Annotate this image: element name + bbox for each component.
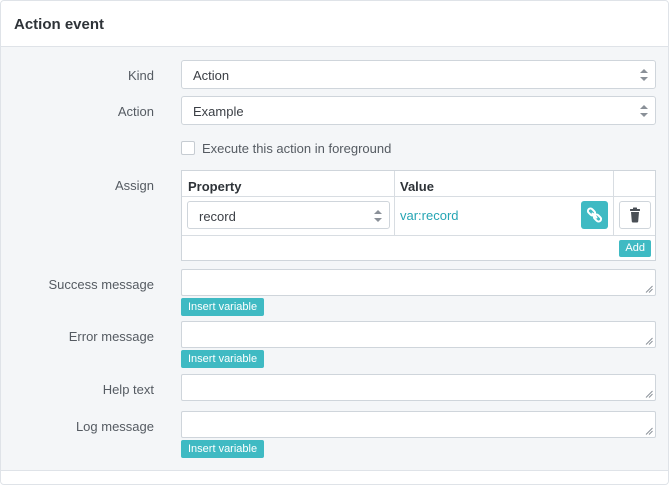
column-header-property: Property — [188, 179, 242, 194]
table-divider — [613, 171, 614, 235]
log-message-field[interactable] — [181, 411, 656, 438]
table-divider — [182, 196, 655, 197]
column-header-value: Value — [400, 179, 434, 194]
resize-grip-icon[interactable] — [645, 427, 653, 435]
resize-grip-icon[interactable] — [645, 285, 653, 293]
value-link[interactable]: var:record — [400, 208, 459, 223]
action-select[interactable]: Example — [181, 96, 656, 125]
sort-caret-icon — [640, 105, 648, 117]
log-insert-variable-button[interactable]: Insert variable — [181, 440, 265, 458]
help-text-label: Help text — [102, 382, 154, 397]
delete-row-button[interactable] — [619, 201, 651, 229]
panel-title: Action event — [14, 16, 105, 33]
property-select-value: record — [199, 209, 236, 224]
error-insert-variable-button[interactable]: Insert variable — [181, 350, 265, 368]
trash-icon — [630, 207, 640, 223]
error-message-label: Error message — [68, 329, 154, 344]
panel-header: Action event — [1, 1, 668, 47]
help-text-field[interactable] — [181, 374, 656, 401]
sort-caret-icon — [640, 69, 648, 81]
table-divider — [394, 171, 395, 235]
foreground-checkbox[interactable] — [181, 141, 195, 155]
link-button[interactable] — [581, 201, 608, 229]
error-message-field[interactable] — [181, 321, 656, 348]
kind-select-value: Action — [193, 68, 230, 83]
kind-label: Kind — [127, 68, 154, 83]
table-divider — [182, 235, 655, 236]
success-message-label: Success message — [48, 277, 155, 292]
success-message-field[interactable] — [181, 269, 656, 296]
success-insert-variable-button[interactable]: Insert variable — [181, 298, 265, 316]
resize-grip-icon[interactable] — [645, 390, 653, 398]
add-row-button[interactable]: Add — [619, 240, 651, 257]
foreground-checkbox-label: Execute this action in foreground — [202, 141, 392, 156]
kind-select[interactable]: Action — [181, 60, 656, 89]
resize-grip-icon[interactable] — [645, 337, 653, 345]
panel-footer — [1, 470, 668, 484]
sort-caret-icon — [374, 210, 382, 222]
action-select-value: Example — [193, 104, 244, 119]
assign-table: Property Value record var:record Add — [181, 170, 656, 261]
action-event-panel: Action event Kind Action Action Example … — [0, 0, 669, 485]
log-message-label: Log message — [75, 419, 154, 434]
assign-label: Assign — [114, 178, 154, 193]
link-icon — [586, 207, 603, 223]
action-label: Action — [117, 104, 154, 119]
property-select[interactable]: record — [187, 201, 390, 229]
